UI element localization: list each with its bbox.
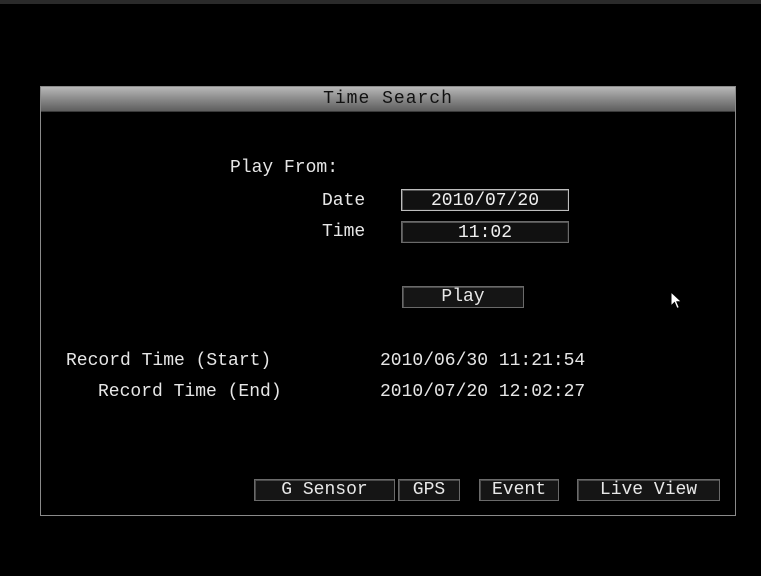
time-label: Time xyxy=(322,222,366,242)
dialog-title: Time Search xyxy=(323,89,453,109)
gps-button[interactable]: GPS xyxy=(398,479,460,501)
record-start-value: 2010/06/30 11:21:54 xyxy=(380,351,586,371)
record-end-value: 2010/07/20 12:02:27 xyxy=(380,382,586,402)
record-end-label: Record Time (End) xyxy=(98,382,282,402)
top-border-strip xyxy=(0,0,761,4)
dialog-title-bar: Time Search xyxy=(41,87,735,112)
play-from-heading: Play From: xyxy=(230,158,339,178)
event-button[interactable]: Event xyxy=(479,479,559,501)
date-input[interactable]: 2010/07/20 xyxy=(401,189,569,211)
mouse-pointer-icon xyxy=(670,291,683,310)
time-input[interactable]: 11:02 xyxy=(401,221,569,243)
g-sensor-button[interactable]: G Sensor xyxy=(254,479,395,501)
record-start-label: Record Time (Start) xyxy=(66,351,272,371)
live-view-button[interactable]: Live View xyxy=(577,479,720,501)
play-button[interactable]: Play xyxy=(402,286,524,308)
time-search-dialog: Time Search xyxy=(40,86,736,516)
date-label: Date xyxy=(322,191,366,211)
